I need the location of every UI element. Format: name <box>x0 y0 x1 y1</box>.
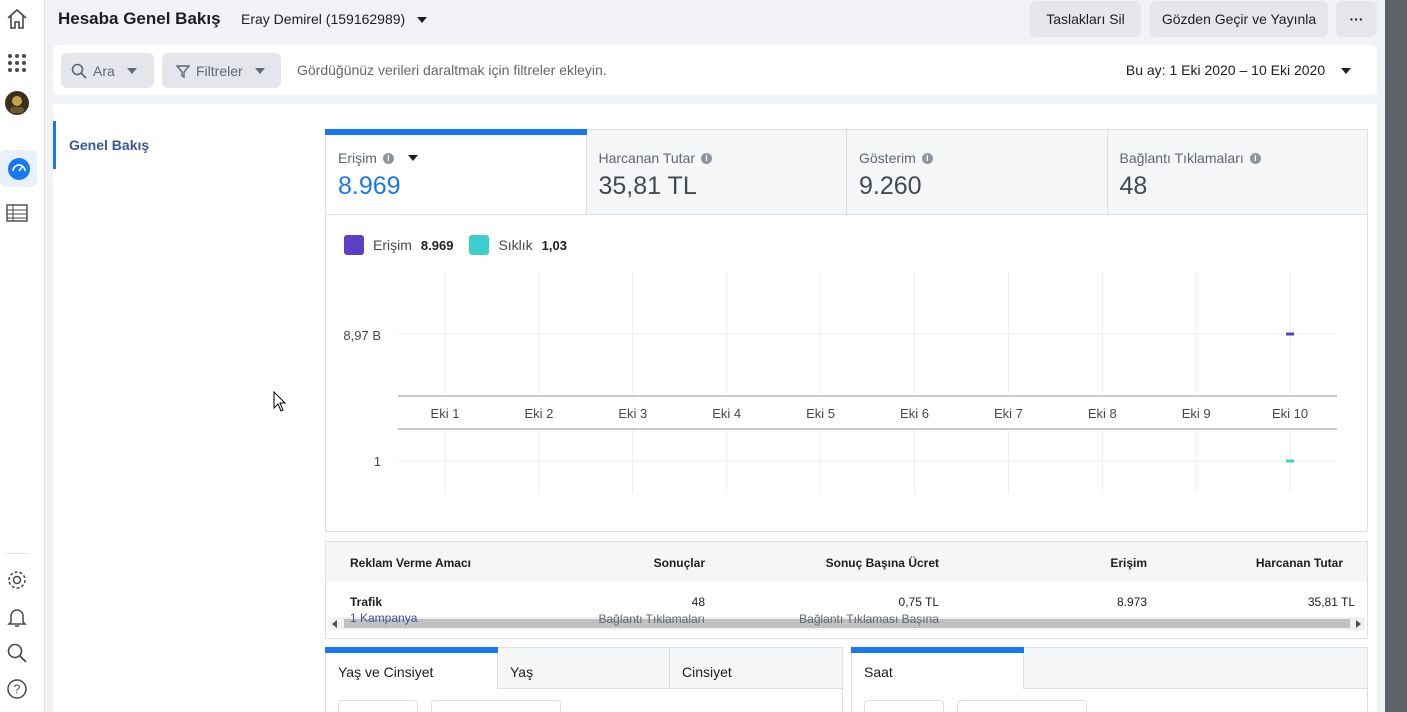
svg-text:?: ? <box>14 682 21 696</box>
info-icon[interactable]: i <box>382 152 394 164</box>
x-tick-label: Eki 8 <box>1088 406 1117 421</box>
tab-empty <box>1024 648 1367 689</box>
chevron-down-icon <box>254 67 265 74</box>
chevron-down-icon <box>1341 68 1351 75</box>
metric-label: Gösterim <box>859 150 916 166</box>
line-chart: Eki 1 Eki 2 Eki 3 Eki 4 Eki 5 Eki 6 Eki 7 Eki 8… <box>343 272 1337 494</box>
control-stub[interactable] <box>431 700 561 712</box>
cost-subtext: Bağlantı Tıklaması Başına <box>799 612 939 626</box>
search-icon <box>71 63 87 79</box>
left-rail: ? <box>0 0 45 712</box>
cost-cell: 0,75 TL <box>898 595 939 609</box>
x-tick-label: Eki 4 <box>712 406 741 421</box>
chevron-down-icon <box>126 67 137 74</box>
bell-icon[interactable] <box>4 604 30 630</box>
col-amount-spent[interactable]: Harcanan Tutar <box>1256 556 1343 570</box>
summary-table: Reklam Verme Amacı Sonuçlar Sonuç Başına… <box>325 541 1368 639</box>
tab-amount-spent[interactable]: Harcanan Tutar i 35,81 TL <box>586 130 847 214</box>
results-subtext: Bağlantı Tıklamaları <box>598 612 706 626</box>
account-name: Eray Demirel (159162989) <box>241 11 406 27</box>
filter-bar: Ara Filtreler Gördüğünüz verileri daralt… <box>53 45 1377 95</box>
apps-grid-icon[interactable] <box>4 50 30 76</box>
col-results[interactable]: Sonuçlar <box>654 556 705 570</box>
metric-tabs: Erişim i 8.969 Harcanan Tutar i 35,81 TL G… <box>325 129 1368 215</box>
table-header: Reklam Verme Amacı Sonuçlar Sonuç Başına… <box>326 542 1367 582</box>
ads-manager-dashboard-icon[interactable] <box>0 150 37 187</box>
filter-hint: Gördüğünüz verileri daraltmak için filtr… <box>297 62 607 78</box>
x-tick-label: Eki 6 <box>900 406 929 421</box>
avatar[interactable] <box>4 90 30 116</box>
chart-container: Erişim 8.969 Sıklık 1,03 Eki 1 Eki 2 Eki 3… <box>325 214 1368 630</box>
info-icon[interactable]: i <box>701 152 712 164</box>
table-icon[interactable] <box>4 200 30 226</box>
date-range-picker[interactable]: Bu ay: 1 Eki 2020 – 10 Eki 2020 <box>1126 62 1351 78</box>
table-row: Trafik 1 Kampanya 48 Bağlantı Tıklamalar… <box>326 582 1367 639</box>
tab-age-gender[interactable]: Yaş ve Cinsiyet <box>325 647 498 689</box>
chevron-down-icon <box>417 17 428 24</box>
search-icon[interactable] <box>4 640 30 666</box>
filter-icon <box>176 64 190 78</box>
x-tick-label: Eki 7 <box>994 406 1023 421</box>
scrollbar-strip[interactable] <box>1385 0 1407 712</box>
help-icon[interactable]: ? <box>4 676 30 702</box>
campaigns-link[interactable]: 1 Kampanya <box>350 611 417 625</box>
metric-value: 35,81 TL <box>598 172 697 200</box>
metric-label: Bağlantı Tıklamaları <box>1119 150 1244 166</box>
col-reach[interactable]: Erişim <box>1110 556 1147 570</box>
rail-divider <box>6 553 28 554</box>
x-tick-label: Eki 9 <box>1182 406 1211 421</box>
results-cell: 48 <box>691 595 705 609</box>
x-tick-label: Eki 1 <box>431 406 460 421</box>
tab-hour[interactable]: Saat <box>851 647 1024 689</box>
filters-button[interactable]: Filtreler <box>162 53 281 88</box>
filters-label: Filtreler <box>196 62 243 79</box>
breakdown-tabs-right: Saat <box>851 647 1368 712</box>
account-selector[interactable]: Eray Demirel (159162989) <box>241 11 428 27</box>
reach-cell: 8.973 <box>1116 595 1147 609</box>
metric-value: 48 <box>1119 172 1148 200</box>
y-tick-label-reach: 8,97 B <box>343 328 381 343</box>
tab-gender[interactable]: Cinsiyet <box>670 648 842 689</box>
search-button[interactable]: Ara <box>61 53 154 88</box>
control-stub[interactable] <box>864 700 944 712</box>
review-publish-button[interactable]: Gözden Geçir ve Yayınla <box>1150 1 1328 37</box>
info-icon[interactable]: i <box>921 152 933 164</box>
objective-cell: Trafik <box>350 595 383 609</box>
discard-drafts-button[interactable]: Taslakları Sil <box>1030 1 1141 37</box>
top-bar: Hesaba Genel Bakış Eray Demirel (1591629… <box>45 0 1385 40</box>
control-stub[interactable] <box>338 700 418 712</box>
tab-age[interactable]: Yaş <box>498 648 670 689</box>
home-icon[interactable] <box>4 6 30 32</box>
x-tick-label: Eki 2 <box>524 406 553 421</box>
chevron-down-icon[interactable] <box>407 155 418 161</box>
more-options-button[interactable]: ··· <box>1336 1 1377 37</box>
col-cost-per-result[interactable]: Sonuç Başına Ücret <box>826 556 939 570</box>
tab-impressions[interactable]: Gösterim i 9.260 <box>847 130 1108 214</box>
control-stub[interactable] <box>957 700 1087 712</box>
gear-icon[interactable] <box>4 567 30 593</box>
date-range-label: Bu ay: 1 Eki 2020 – 10 Eki 2020 <box>1125 62 1326 78</box>
main-panel: Genel Bakış Erişim i 8.969 Harcanan Tutar… <box>53 104 1377 712</box>
metric-value: 8.969 <box>338 172 401 200</box>
col-objective[interactable]: Reklam Verme Amacı <box>350 556 471 570</box>
page-title: Hesaba Genel Bakış <box>58 9 221 28</box>
tab-reach[interactable]: Erişim i 8.969 <box>325 129 587 214</box>
search-label: Ara <box>93 62 115 79</box>
x-tick-label: Eki 3 <box>618 406 647 421</box>
tab-link-clicks[interactable]: Bağlantı Tıklamaları i 48 <box>1107 130 1367 214</box>
y-tick-label-frequency: 1 <box>374 454 381 469</box>
spend-cell: 35,81 TL <box>1307 595 1355 609</box>
nav-item-overview[interactable]: Genel Bakış <box>53 121 283 169</box>
x-tick-label: Eki 10 <box>1272 406 1308 421</box>
metric-label: Harcanan Tutar <box>598 150 696 166</box>
mouse-cursor-icon <box>273 391 287 412</box>
x-tick-label: Eki 5 <box>806 406 835 421</box>
metric-value: 9.260 <box>859 172 922 200</box>
metric-label: Erişim <box>338 150 377 166</box>
info-icon[interactable]: i <box>1249 152 1261 164</box>
breakdown-tabs-left: Yaş ve Cinsiyet Yaş Cinsiyet <box>325 647 843 712</box>
